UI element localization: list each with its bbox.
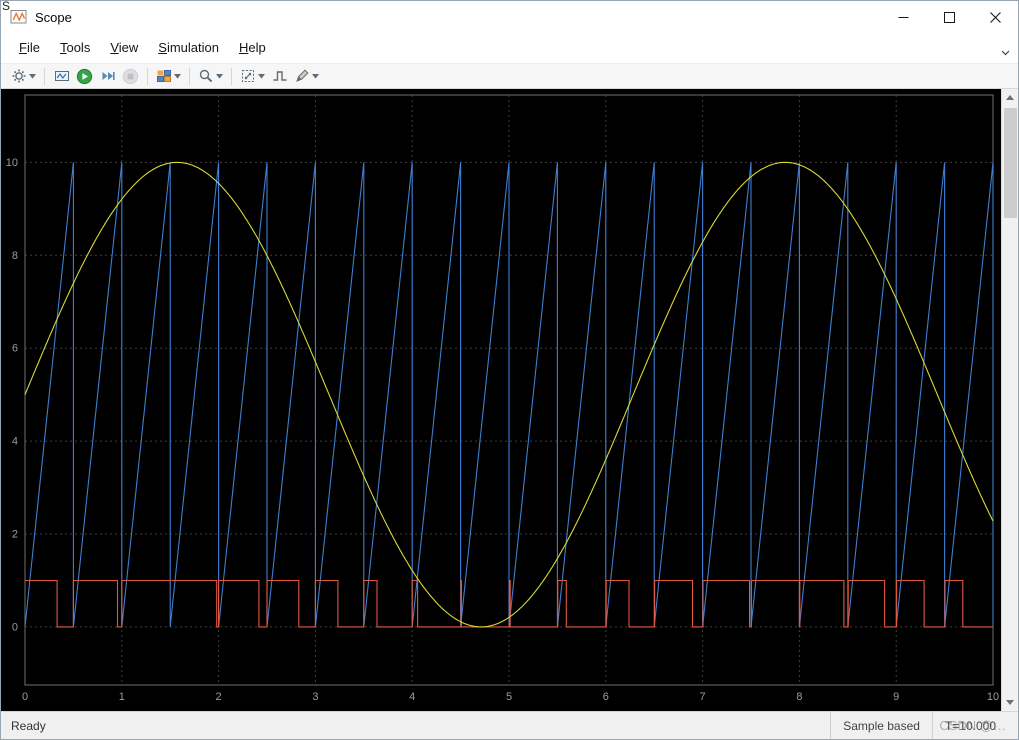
svg-text:6: 6 — [603, 691, 609, 703]
svg-text:7: 7 — [700, 691, 706, 703]
svg-text:10: 10 — [6, 157, 18, 169]
zoom-button[interactable] — [195, 65, 226, 87]
svg-text:0: 0 — [22, 691, 28, 703]
run-icon — [76, 68, 93, 84]
layout-icon — [157, 70, 171, 82]
gear-icon — [12, 69, 26, 83]
run-button[interactable] — [73, 65, 96, 87]
span-button[interactable] — [237, 65, 268, 87]
svg-text:5: 5 — [506, 691, 512, 703]
menu-tools[interactable]: Tools — [50, 34, 100, 62]
svg-text:10: 10 — [987, 691, 999, 703]
scrollbar-down-button[interactable] — [1002, 694, 1018, 711]
svg-text:8: 8 — [12, 250, 18, 262]
dropdown-caret-icon — [29, 73, 36, 79]
svg-text:1: 1 — [119, 691, 125, 703]
scope-app-icon-glyph — [10, 10, 27, 24]
dropdown-caret-icon — [312, 73, 319, 79]
svg-text:0: 0 — [12, 621, 18, 633]
toolbar — [1, 63, 1018, 89]
svg-text:2: 2 — [216, 691, 222, 703]
window-title: Scope — [35, 9, 72, 25]
dropdown-caret-icon — [258, 73, 265, 79]
titlebar: Scope — [1, 1, 1018, 33]
status-ready-text: Ready — [11, 718, 46, 733]
scrollbar-up-button[interactable] — [1002, 89, 1018, 106]
svg-text:8: 8 — [796, 691, 802, 703]
scope-plot-svg: 0 2 4 6 8 10 0 1 2 3 4 5 6 7 8 9 10 — [1, 89, 1001, 711]
toolbar-separator — [44, 67, 45, 85]
menubar: File Tools View Simulation Help — [1, 33, 1018, 63]
zoom-icon — [199, 69, 213, 83]
maximize-button[interactable] — [926, 1, 972, 33]
svg-text:6: 6 — [12, 343, 18, 355]
span-icon — [242, 70, 254, 82]
step-forward-button[interactable] — [96, 65, 119, 87]
trigger-icon — [273, 71, 286, 81]
scope-window: S Scope File Tools View Simulation Help … — [0, 0, 1019, 740]
maximize-icon — [943, 11, 955, 23]
close-button[interactable] — [972, 1, 1018, 33]
statusbar-right: Sample based T=10.000 — [830, 712, 1008, 739]
svg-text:9: 9 — [893, 691, 899, 703]
plot-vertical-scrollbar[interactable] — [1001, 89, 1018, 711]
triangle-up-icon — [1006, 95, 1014, 100]
menu-file[interactable]: File — [9, 34, 50, 62]
status-sim-time: T=10.000 — [931, 712, 1008, 739]
configuration-button[interactable] — [8, 65, 39, 87]
svg-text:4: 4 — [12, 436, 18, 448]
scope-app-icon — [10, 9, 28, 25]
menu-help[interactable]: Help — [229, 34, 276, 62]
scope-plot-area[interactable]: 0 2 4 6 8 10 0 1 2 3 4 5 6 7 8 9 10 — [1, 89, 1001, 711]
dropdown-caret-icon — [216, 73, 223, 79]
toolbar-separator — [231, 67, 232, 85]
highlight-simulink-block-button[interactable] — [50, 65, 73, 87]
triangle-down-icon — [1006, 700, 1014, 705]
trigger-button[interactable] — [268, 65, 291, 87]
toolbar-separator — [147, 67, 148, 85]
step-forward-icon — [102, 72, 115, 80]
menu-view[interactable]: View — [100, 34, 148, 62]
menubar-collapse-button[interactable] — [1001, 43, 1010, 61]
close-icon — [989, 11, 1001, 23]
plot-region: 0 2 4 6 8 10 0 1 2 3 4 5 6 7 8 9 10 — [1, 89, 1018, 711]
layout-button[interactable] — [153, 65, 184, 87]
svg-text:2: 2 — [12, 529, 18, 541]
minimize-button[interactable] — [880, 1, 926, 33]
measurements-icon — [296, 69, 309, 82]
stop-icon — [122, 68, 139, 84]
svg-text:4: 4 — [409, 691, 415, 703]
status-sample-mode: Sample based — [830, 712, 932, 739]
minimize-icon — [898, 16, 908, 18]
scope-block-icon — [54, 71, 69, 81]
toolbar-separator — [189, 67, 190, 85]
svg-text:3: 3 — [312, 691, 318, 703]
window-controls — [880, 1, 1018, 33]
measurements-button[interactable] — [291, 65, 322, 87]
stray-text-fragment: S — [2, 0, 11, 13]
chevron-down-icon — [1001, 50, 1010, 56]
scrollbar-thumb[interactable] — [1003, 108, 1017, 218]
menu-simulation[interactable]: Simulation — [148, 34, 229, 62]
dropdown-caret-icon — [174, 73, 181, 79]
stop-button[interactable] — [119, 65, 142, 87]
statusbar: Ready Sample based T=10.000 — [1, 711, 1018, 739]
